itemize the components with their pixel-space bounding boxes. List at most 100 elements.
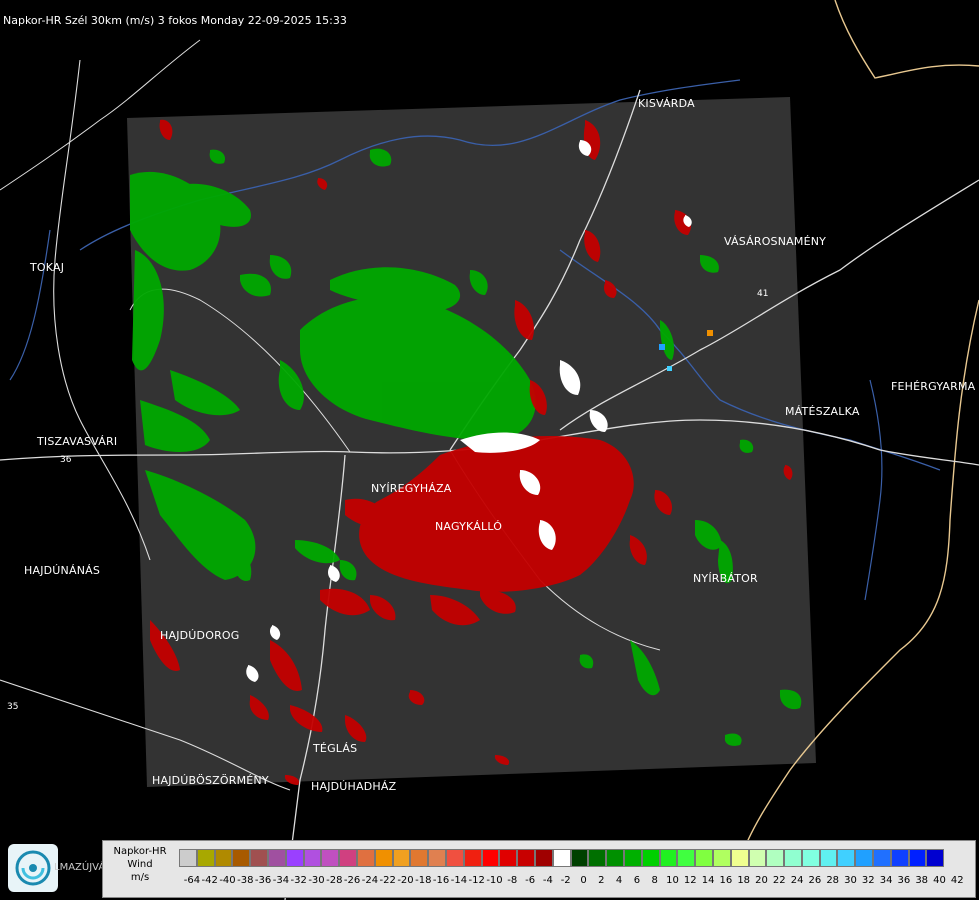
legend-tick-label: -12 [468, 875, 485, 886]
legend-swatch [534, 849, 553, 867]
legend-swatch [267, 849, 286, 867]
legend-title-line2: Wind [127, 859, 153, 870]
legend-tick-label: -64 [183, 875, 201, 886]
legend-tick-label: 8 [651, 875, 658, 886]
river [9, 229, 51, 381]
legend-tick-label: 24 [790, 875, 804, 886]
legend-tick-label: -16 [432, 875, 450, 886]
radar-map: Napkor-HR Szél 30km (m/s) 3 fokos Monday… [0, 0, 979, 900]
city-label: MÁTÉSZALKA [785, 405, 860, 418]
legend-swatch [374, 849, 393, 867]
legend-tick-label: 20 [755, 875, 768, 886]
legend-swatch [588, 849, 607, 867]
legend-tick-label: 34 [879, 875, 893, 886]
road-number: 41 [757, 289, 769, 299]
city-label: NYÍRBÁTOR [693, 572, 758, 585]
legend-tick-label: 40 [933, 875, 946, 886]
legend-swatch [908, 849, 927, 867]
legend-swatch [748, 849, 767, 867]
legend-tick-label: -22 [379, 875, 396, 886]
legend-tick-label: -6 [525, 875, 536, 886]
city-label: TÉGLÁS [313, 742, 358, 755]
legend-swatch [606, 849, 624, 867]
city-label: KISVÁRDA [638, 97, 695, 110]
legend-tick-label: 30 [844, 875, 857, 886]
legend-unit: m/s [130, 872, 150, 883]
legend-swatch [801, 849, 820, 867]
legend-swatch [392, 849, 411, 867]
legend-tick-label: -40 [219, 875, 236, 886]
legend-swatch [356, 849, 375, 867]
legend-tick-label: 28 [826, 875, 840, 886]
city-label: NAGYKÁLLÓ [435, 520, 503, 533]
legend-swatch [784, 849, 802, 867]
legend-tick-label: -30 [308, 875, 325, 886]
legend-tick-label: -28 [326, 875, 343, 886]
legend-tick-label: -24 [361, 875, 379, 886]
legend-tick-label: 12 [683, 875, 697, 886]
legend-tick-label: 16 [719, 875, 733, 886]
legend-swatch [552, 849, 571, 867]
legend-swatch [250, 849, 268, 867]
legend-tick-label: 26 [808, 875, 822, 886]
legend-tick-label: 18 [737, 875, 751, 886]
logo-icon [8, 844, 58, 892]
legend-swatch [463, 849, 482, 867]
legend-tick-label: 0 [580, 875, 587, 886]
legend-tick-label: 42 [950, 875, 964, 886]
legend-swatch [766, 849, 785, 867]
legend-swatch [712, 849, 731, 867]
city-label: FEHÉRGYARMA [891, 380, 976, 393]
city-label: HAJDÚNÁNÁS [24, 564, 101, 577]
legend-tick-label: -38 [237, 875, 254, 886]
legend-ticks: -64 -42 -40 -38 -36 -34 -32 -30 -28 -26 -24 -22 -20-… [179, 875, 979, 889]
legend-tick-label: 14 [701, 875, 715, 886]
legend-swatch [179, 849, 197, 867]
legend-tick-label: -2 [560, 875, 571, 886]
legend-tick-label: 2 [598, 875, 605, 886]
legend-swatch [695, 849, 713, 867]
legend-tick-label: -32 [290, 875, 307, 886]
city-label: VÁSÁROSNAMÉNY [724, 235, 827, 248]
legend-swatch [303, 849, 322, 867]
legend-tick-label: 10 [666, 875, 679, 886]
city-label: TISZAVASVÁRI [37, 435, 118, 448]
legend-swatch [499, 849, 518, 867]
legend-swatch [410, 849, 429, 867]
legend-swatch [926, 849, 945, 867]
legend-tick-label: -14 [450, 875, 468, 886]
legend-swatch [873, 849, 891, 867]
city-label: TOKAJ [30, 261, 65, 274]
header-title: Napkor-HR Szél 30km (m/s) 3 fokos Monday… [3, 14, 347, 27]
legend-swatch [855, 849, 874, 867]
legend-swatch [214, 849, 233, 867]
city-label: HAJDÚDOROG [160, 629, 240, 642]
legend-tick-label: 36 [897, 875, 911, 886]
legend-swatch [285, 849, 304, 867]
legend-swatch [445, 849, 464, 867]
legend-tick-label: -18 [415, 875, 432, 886]
echo-marker [659, 344, 665, 350]
legend-swatch [232, 849, 251, 867]
legend-tick-label: -36 [254, 875, 272, 886]
legend-tick-label: 4 [615, 875, 623, 886]
legend-swatch [481, 849, 500, 867]
legend-swatch [623, 849, 642, 867]
city-label: NYÍREGYHÁZA [371, 482, 452, 495]
city-label: HAJDÚHADHÁZ [311, 780, 397, 793]
legend-tick-label: -26 [343, 875, 361, 886]
legend-swatch [730, 849, 749, 867]
legend-tick-label: -34 [272, 875, 290, 886]
legend-swatch [677, 849, 696, 867]
legend-tick-label: 32 [861, 875, 875, 886]
legend-swatch [819, 849, 838, 867]
legend-tick-label: -20 [397, 875, 414, 886]
legend-swatch [196, 849, 215, 867]
river [864, 379, 883, 601]
echo-marker [707, 330, 713, 336]
legend-tick-label: -10 [486, 875, 503, 886]
echo-marker [667, 366, 672, 371]
radar-image [0, 0, 979, 900]
road-number: 35 [7, 702, 19, 712]
legend-tick-label: -4 [542, 875, 553, 886]
